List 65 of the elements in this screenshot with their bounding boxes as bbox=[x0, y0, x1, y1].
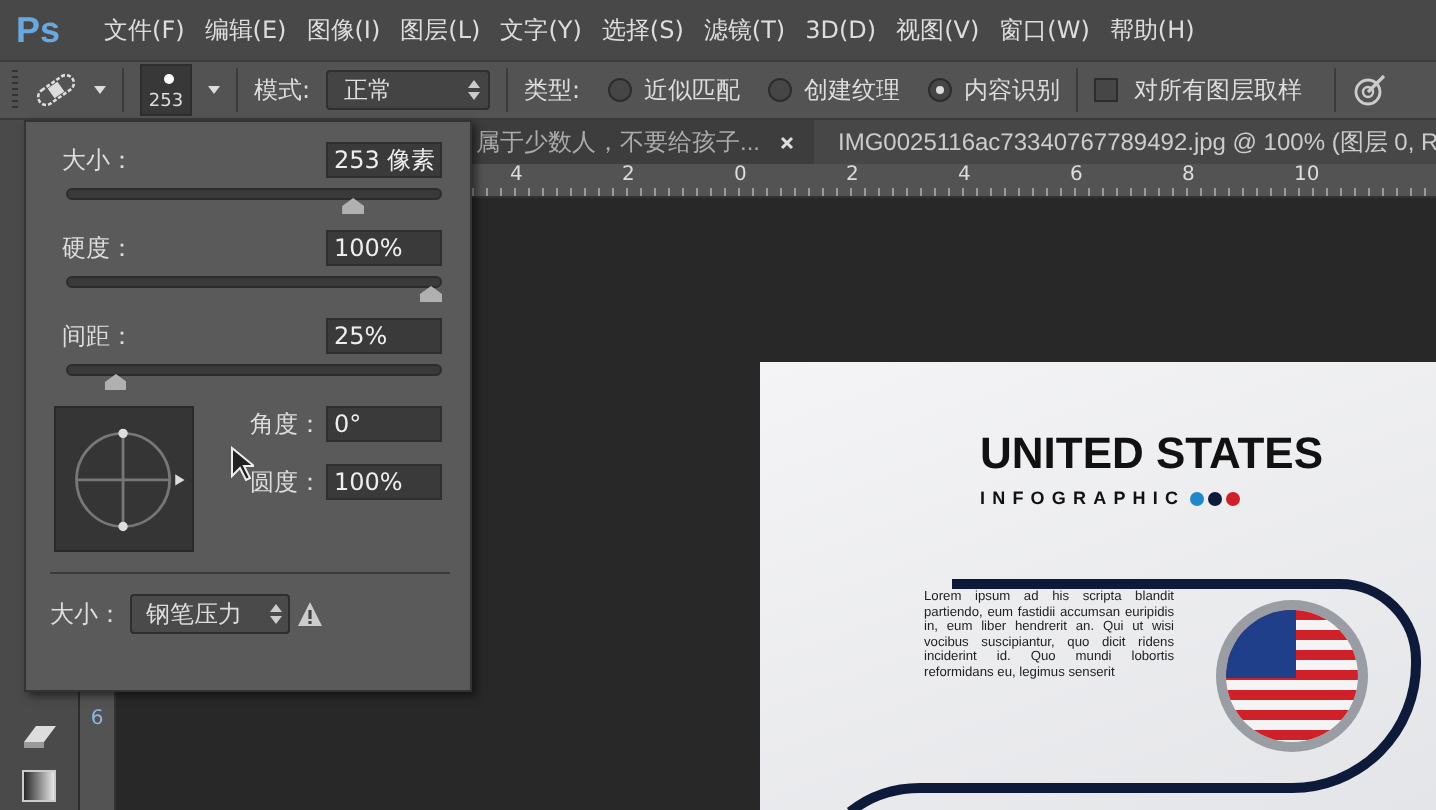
infographic-title: UNITED STATES bbox=[980, 428, 1326, 480]
menu-item[interactable]: 帮助(H) bbox=[1109, 13, 1195, 47]
ruler-number: 4 bbox=[510, 164, 523, 186]
ruler-number: 6 bbox=[90, 708, 104, 730]
slider-thumb[interactable] bbox=[342, 198, 365, 214]
cursor-icon bbox=[230, 446, 254, 482]
menu-item[interactable]: 文字(Y) bbox=[500, 13, 582, 47]
updown-icon bbox=[468, 80, 481, 100]
type-label: 类型: bbox=[524, 73, 581, 107]
roundness-field[interactable]: 100% bbox=[326, 464, 442, 500]
close-icon[interactable] bbox=[780, 135, 795, 149]
checkbox-label[interactable]: 对所有图层取样 bbox=[1134, 73, 1303, 107]
type-option[interactable]: 创建纹理 bbox=[768, 73, 901, 107]
radio-button[interactable] bbox=[928, 78, 953, 102]
updown-icon bbox=[270, 604, 282, 624]
eraser-icon[interactable] bbox=[21, 722, 57, 750]
radio-button[interactable] bbox=[608, 78, 633, 102]
angle-field[interactable]: 0° bbox=[326, 406, 442, 442]
roundness-label: 圆度： bbox=[250, 465, 322, 499]
ruler-number: 2 bbox=[622, 164, 635, 186]
checkbox[interactable] bbox=[1094, 78, 1119, 102]
bandage-icon[interactable] bbox=[34, 72, 78, 108]
ruler-number: 6 bbox=[1070, 164, 1083, 186]
ruler-number: 2 bbox=[846, 164, 859, 186]
slider-label: 间距： bbox=[62, 319, 134, 353]
brush-angle-drawing[interactable] bbox=[54, 406, 194, 552]
app-logo: Ps bbox=[16, 9, 61, 51]
value-field[interactable]: 25% bbox=[326, 318, 442, 354]
menu-item[interactable]: 视图(V) bbox=[896, 13, 980, 47]
slider-thumb[interactable] bbox=[420, 286, 442, 302]
ruler-number: 10 bbox=[1294, 164, 1320, 186]
value-field[interactable]: 100% bbox=[326, 230, 442, 266]
slider-label: 硬度： bbox=[62, 231, 134, 265]
ruler-number: 0 bbox=[734, 164, 747, 186]
menu-item[interactable]: 图像(I) bbox=[306, 13, 381, 47]
size-control-select[interactable]: 钢笔压力 bbox=[130, 594, 290, 634]
ruler-number: 8 bbox=[1182, 164, 1195, 186]
menu-item[interactable]: 3D(D) bbox=[805, 16, 877, 44]
menu-item[interactable]: 滤镜(T) bbox=[703, 13, 786, 47]
type-option[interactable]: 近似匹配 bbox=[608, 73, 741, 107]
mode-select[interactable]: 正常 bbox=[326, 70, 491, 110]
infographic-subtitle: INFOGRAPHIC bbox=[980, 488, 1186, 508]
slider-track[interactable] bbox=[66, 362, 442, 390]
angle-label: 角度： bbox=[250, 407, 322, 441]
caret-icon[interactable] bbox=[94, 86, 106, 94]
gradient-icon[interactable] bbox=[22, 770, 56, 802]
slider-thumb[interactable] bbox=[104, 374, 127, 390]
slider-track[interactable] bbox=[66, 274, 442, 302]
caret-icon[interactable] bbox=[208, 86, 220, 94]
ruler-number: 4 bbox=[958, 164, 971, 186]
slider-label: 大小： bbox=[62, 143, 134, 177]
size-control-label: 大小： bbox=[50, 597, 122, 631]
type-option[interactable]: 内容识别 bbox=[928, 73, 1061, 107]
mode-label: 模式: bbox=[254, 73, 311, 107]
pressure-icon[interactable] bbox=[1352, 72, 1389, 108]
menu-item[interactable]: 编辑(E) bbox=[204, 13, 287, 47]
menu-item[interactable]: 图层(L) bbox=[400, 13, 481, 47]
radio-button[interactable] bbox=[768, 78, 793, 102]
menu-item[interactable]: 选择(S) bbox=[601, 13, 684, 47]
menu-item[interactable]: 窗口(W) bbox=[999, 13, 1090, 47]
warning-icon bbox=[298, 602, 322, 626]
brush-preset[interactable]: 253 bbox=[140, 64, 192, 116]
menu-item[interactable]: 文件(F) bbox=[104, 13, 185, 47]
slider-track[interactable] bbox=[66, 186, 442, 214]
value-field[interactable]: 253 像素 bbox=[326, 142, 442, 178]
